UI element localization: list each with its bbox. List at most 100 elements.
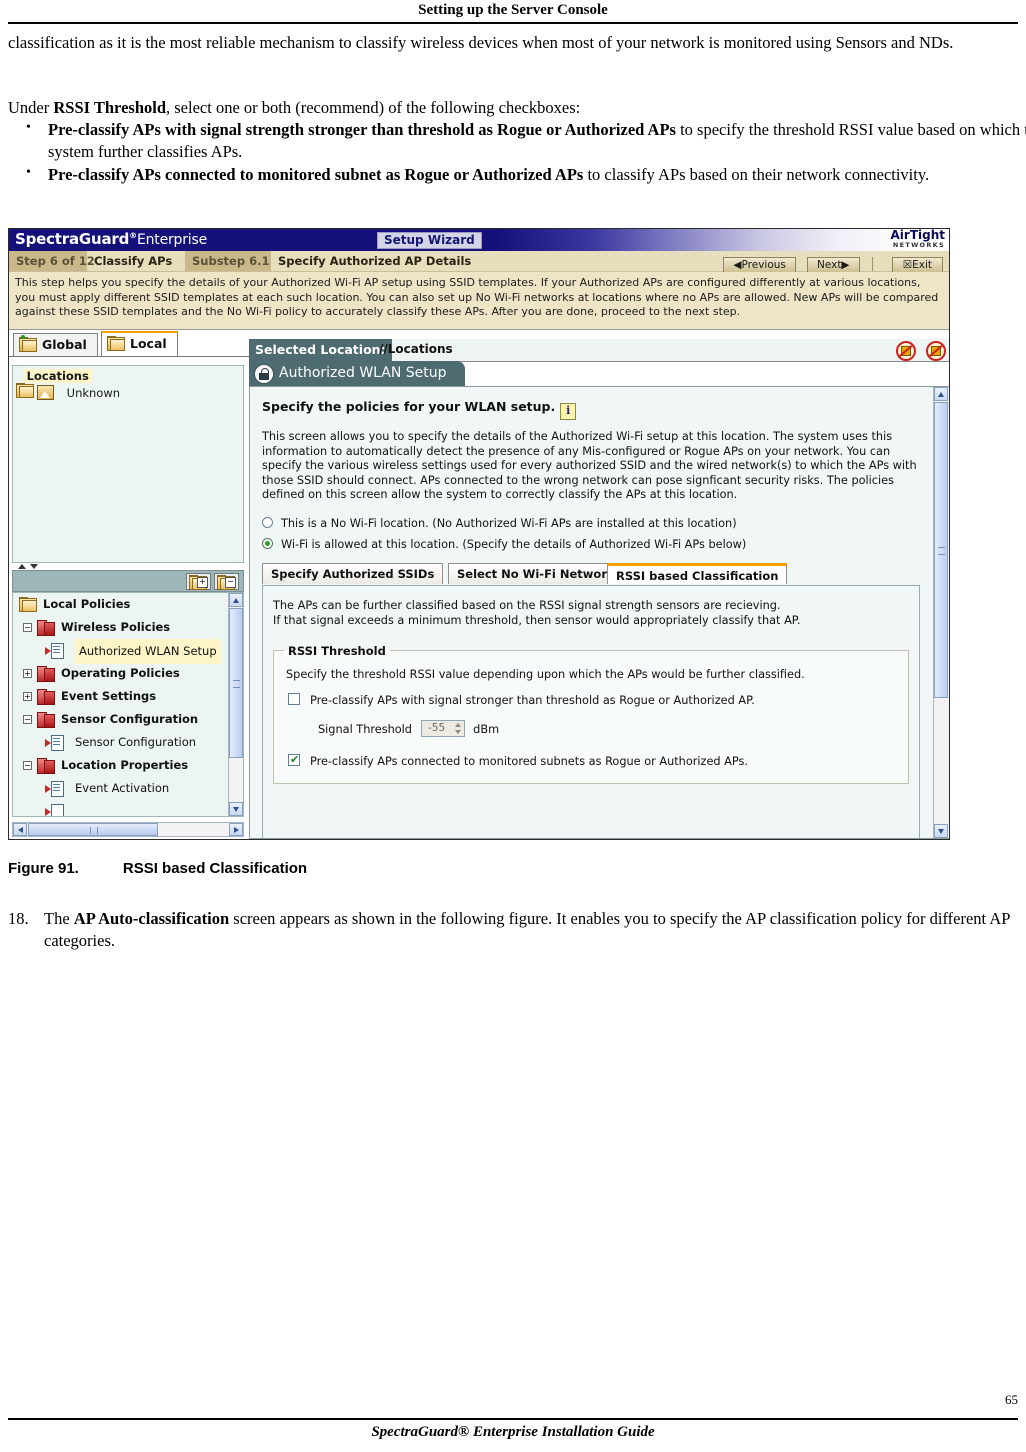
scrollbar-track[interactable] — [934, 387, 949, 838]
scrollbar-thumb[interactable] — [229, 608, 243, 758]
document-icon — [45, 643, 67, 659]
checkbox-preclassify-signal[interactable] — [288, 692, 300, 705]
map-icon — [37, 385, 54, 400]
scrollbar-thumb[interactable] — [28, 823, 158, 836]
step-counter: Step 6 of 12 — [9, 251, 95, 271]
airtight-logo: AirTight NETWORKS — [891, 229, 946, 249]
policy-icon — [37, 758, 55, 774]
panel-splitter[interactable] — [12, 563, 244, 570]
setup-wizard-chip: Setup Wizard — [377, 232, 482, 249]
tab-global[interactable]: Global — [13, 333, 98, 356]
no-quarantine-icon[interactable] — [895, 341, 916, 361]
tree-row-label: Location Properties — [61, 758, 189, 772]
rssi-tab-panel: The APs can be further classified based … — [262, 584, 920, 838]
expand-all-button[interactable]: + — [186, 573, 211, 590]
tree-node-label: Unknown — [66, 386, 121, 400]
scroll-left-button[interactable] — [13, 823, 27, 836]
stepper-arrows[interactable] — [454, 722, 463, 735]
scroll-up-button[interactable] — [934, 387, 948, 401]
next-button[interactable]: Next▶ — [806, 257, 860, 273]
radio-no-wifi-location[interactable]: This is a No Wi-Fi location. (No Authori… — [262, 515, 920, 532]
radio-label: This is a No Wi-Fi location. (No Authori… — [281, 516, 737, 530]
exit-button[interactable]: ☒Exit — [891, 257, 943, 273]
scrollbar-thumb[interactable] — [934, 402, 948, 698]
no-printer-icon[interactable] — [926, 341, 946, 361]
tree-row-partial[interactable] — [13, 800, 243, 816]
tree-row-label: Event Activation — [75, 781, 170, 795]
para2-post: , select one or both (recommend) of the … — [166, 98, 581, 117]
brand-suffix: Enterprise — [136, 232, 207, 248]
info-icon[interactable]: i — [560, 403, 577, 420]
policy-tree-vertical-scrollbar[interactable] — [228, 593, 243, 816]
collapse-all-button[interactable]: − — [214, 573, 239, 590]
tree-row-label: Sensor Configuration — [61, 712, 199, 726]
brand-main: SpectraGuard — [15, 230, 130, 248]
tree-row[interactable]: + Event Settings — [13, 685, 243, 708]
policy-tree[interactable]: Local Policies − Wireless Policies Autho… — [12, 592, 244, 817]
panel-title: Authorized WLAN Setup — [279, 365, 447, 381]
tree-row-label: Sensor Configuration — [75, 735, 197, 749]
folder-icon — [107, 336, 125, 351]
inner-tab-strip: Specify Authorized SSIDs Select No Wi-Fi… — [262, 562, 920, 585]
panel-vertical-scrollbar[interactable] — [933, 387, 949, 838]
tab-select-no-wifi-networks[interactable]: Select No Wi-Fi Networks — [448, 562, 631, 584]
collapse-toggle[interactable]: − — [23, 761, 32, 770]
tree-node-locations[interactable]: Locations — [13, 366, 243, 398]
tree-row[interactable]: Local Policies — [13, 593, 243, 616]
bullet-icon: • — [26, 120, 31, 135]
location-tree[interactable]: Locations Unknown — [12, 365, 244, 563]
checkbox-preclassify-subnets[interactable] — [288, 752, 300, 767]
policy-tree-horizontal-scrollbar[interactable] — [12, 822, 244, 837]
scroll-right-button[interactable] — [229, 823, 243, 836]
tree-row[interactable]: Event Activation — [13, 777, 243, 800]
main-content-column: Authorized WLAN Setup Specify the polici… — [249, 361, 949, 839]
bullet-rest: to classify APs based on their network c… — [583, 165, 930, 185]
tree-node-unknown[interactable]: Unknown — [13, 385, 243, 402]
tree-row[interactable]: − Location Properties — [13, 754, 243, 777]
para2-bold: RSSI Threshold — [53, 98, 167, 117]
policy-icon — [37, 620, 55, 636]
checkbox-row-signal-stronger[interactable]: Pre-classify APs with signal stronger th… — [284, 692, 898, 708]
step-number: 18. — [8, 909, 29, 928]
substep-counter: Substep 6.1 — [185, 251, 271, 271]
radio-button[interactable] — [262, 516, 273, 528]
tree-row[interactable]: − Wireless Policies — [13, 616, 243, 639]
checkbox-label: Pre-classify APs with signal stronger th… — [310, 693, 755, 707]
collapse-toggle[interactable]: − — [23, 715, 32, 724]
signal-threshold-stepper[interactable]: -55 — [420, 719, 465, 737]
tree-row[interactable]: Sensor Configuration — [13, 731, 243, 754]
list-item: • Pre-classify APs connected to monitore… — [26, 164, 1026, 186]
tab-rssi-based-classification[interactable]: RSSI based Classification — [607, 562, 788, 584]
tab-specify-authorized-ssids[interactable]: Specify Authorized SSIDs — [262, 562, 444, 584]
previous-button[interactable]: ◀Previous — [723, 257, 796, 273]
page-number: 65 — [1005, 1392, 1018, 1407]
chevron-up-icon[interactable] — [18, 564, 26, 569]
scroll-up-button[interactable] — [229, 593, 243, 607]
panel-intro-text: This screen allows you to specify the de… — [262, 430, 917, 502]
selected-location-label: Selected Location: — [249, 339, 392, 361]
tab-global-label: Global — [42, 337, 87, 352]
scroll-down-button[interactable] — [229, 802, 243, 816]
rssi-intro-line2: If that signal exceeds a minimum thresho… — [273, 613, 801, 627]
bullet-bold: Pre-classify APs connected to monitored … — [48, 165, 584, 185]
checkbox-row-monitored-subnets[interactable]: Pre-classify APs connected to monitored … — [284, 752, 898, 769]
expand-toggle[interactable]: + — [23, 669, 32, 678]
radio-button-selected[interactable] — [262, 537, 273, 549]
tab-local[interactable]: Local — [101, 331, 178, 356]
tree-toolbar: + − — [12, 570, 244, 592]
expand-toggle[interactable]: + — [23, 692, 32, 701]
collapse-toggle[interactable]: − — [23, 623, 32, 632]
document-icon — [45, 735, 67, 751]
wizard-description: This step helps you specify the details … — [9, 272, 949, 330]
radio-label: Wi-Fi is allowed at this location. (Spec… — [281, 537, 747, 551]
nav-separator — [871, 256, 873, 271]
signal-threshold-row: Signal Threshold -55 dBm — [318, 719, 898, 740]
chevron-down-icon[interactable] — [30, 564, 38, 569]
tree-row-authorized-wlan-setup[interactable]: Authorized WLAN Setup — [13, 639, 243, 664]
tree-row[interactable]: − Sensor Configuration — [13, 708, 243, 731]
signal-threshold-value: -55 — [427, 721, 446, 734]
radio-wifi-allowed[interactable]: Wi-Fi is allowed at this location. (Spec… — [262, 536, 920, 553]
tree-row[interactable]: + Operating Policies — [13, 662, 243, 685]
scroll-down-button[interactable] — [934, 824, 948, 838]
step-pre: The — [44, 909, 74, 928]
